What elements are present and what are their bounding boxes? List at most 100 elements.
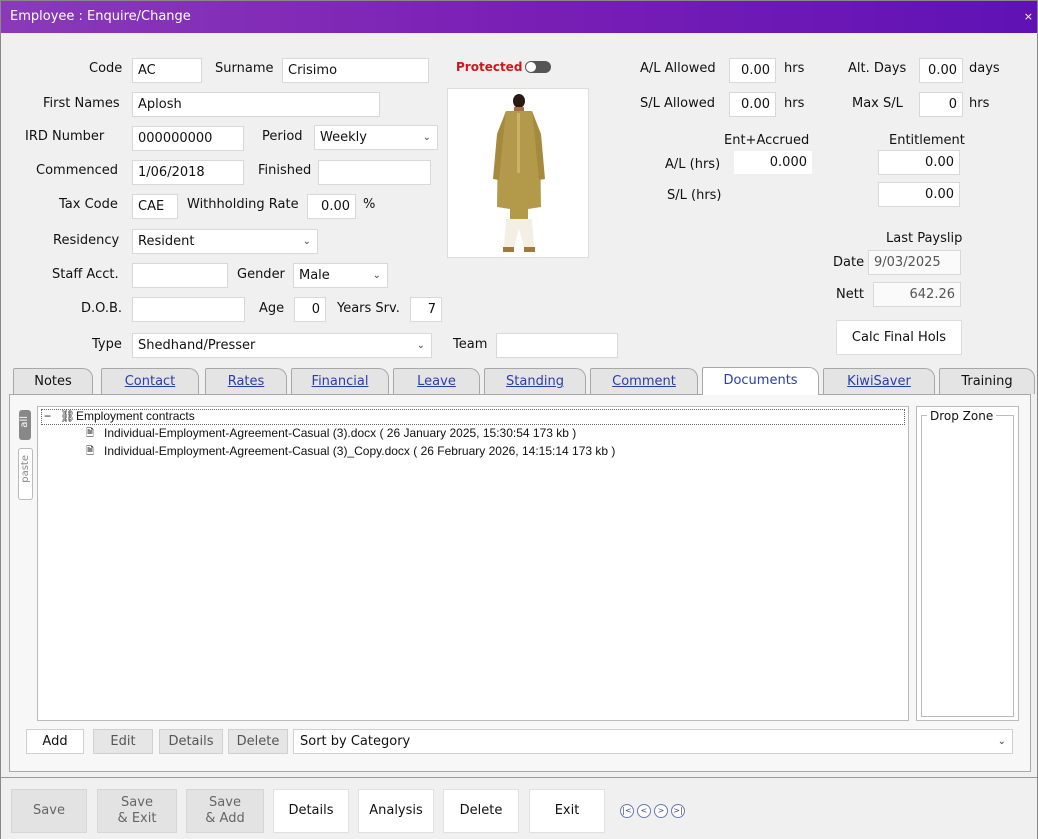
prev-record-icon[interactable]: <	[637, 804, 651, 818]
first-names-label: First Names	[43, 96, 120, 111]
delete-document-button[interactable]: Delete	[228, 729, 288, 754]
max-sl-field[interactable]: 0	[919, 92, 963, 117]
team-field[interactable]	[496, 333, 618, 358]
save-add-line2: & Add	[205, 811, 245, 826]
withholding-field[interactable]: 0.00	[307, 194, 356, 219]
toggle-knob	[526, 62, 536, 72]
tab-training[interactable]: Training	[939, 368, 1035, 394]
calc-final-hols-button[interactable]: Calc Final Hols	[836, 320, 962, 355]
side-tab-paste-label: paste	[20, 455, 31, 483]
tab-comment[interactable]: Comment	[590, 368, 698, 394]
sort-select[interactable]: Sort by Category ⌄	[293, 729, 1013, 754]
protected-label: Protected	[456, 60, 523, 74]
title-bar: Employee : Enquire/Change ×	[1, 1, 1037, 33]
withholding-label: Withholding Rate	[187, 197, 299, 212]
al-allowed-field[interactable]: 0.00	[729, 58, 776, 83]
chevron-down-icon: ⌄	[416, 340, 425, 351]
type-label: Type	[92, 337, 122, 352]
period-value: Weekly	[320, 130, 367, 145]
add-document-button[interactable]: Add	[26, 729, 84, 754]
save-add-line1: Save	[209, 795, 241, 810]
residency-label: Residency	[53, 233, 120, 248]
tax-code-label: Tax Code	[59, 197, 118, 212]
sl-hrs-unit: hrs	[784, 96, 805, 111]
side-tab-paste[interactable]: paste	[18, 448, 33, 500]
last-record-icon[interactable]: >|	[671, 804, 685, 818]
payslip-date-label: Date	[833, 255, 865, 270]
tab-rates[interactable]: Rates	[205, 368, 287, 394]
protected-toggle[interactable]	[525, 61, 551, 73]
close-icon[interactable]: ×	[1024, 1, 1033, 33]
code-field[interactable]: AC	[132, 58, 202, 83]
sl-allowed-label: S/L Allowed	[640, 96, 715, 111]
details-button-label: Details	[288, 803, 334, 818]
staff-acct-field[interactable]	[132, 263, 228, 288]
document-item[interactable]: Individual-Employment-Agreement-Casual (…	[104, 444, 615, 458]
first-record-icon[interactable]: |<	[620, 804, 634, 818]
al-entitlement-field[interactable]: 0.00	[878, 150, 960, 175]
document-item[interactable]: Individual-Employment-Agreement-Casual (…	[104, 426, 576, 440]
side-tab-all[interactable]: all	[19, 410, 31, 440]
type-select[interactable]: Shedhand/Presser ⌄	[132, 333, 432, 358]
side-tab-all-label: all	[19, 416, 30, 428]
sl-entitlement-field[interactable]: 0.00	[878, 182, 960, 207]
sl-allowed-field[interactable]: 0.00	[729, 92, 776, 117]
tab-documents[interactable]: Documents	[702, 367, 819, 395]
analysis-button[interactable]: Analysis	[358, 789, 434, 833]
exit-button[interactable]: Exit	[529, 789, 605, 833]
tab-standing[interactable]: Standing	[484, 368, 586, 394]
ent-accrued-heading: Ent+Accrued	[724, 133, 810, 148]
days-unit: days	[969, 61, 1000, 76]
surname-label: Surname	[215, 61, 274, 76]
chevron-down-icon: ⌄	[372, 270, 381, 281]
window-title: Employee : Enquire/Change	[10, 9, 191, 24]
first-names-field[interactable]: Aplosh	[132, 92, 380, 117]
drop-zone-label: Drop Zone	[927, 409, 997, 423]
chevron-down-icon: ⌄	[997, 736, 1006, 747]
tab-leave[interactable]: Leave	[393, 368, 480, 394]
tab-notes[interactable]: Notes	[13, 368, 93, 394]
residency-select[interactable]: Resident ⌄	[132, 229, 318, 254]
gender-select[interactable]: Male ⌄	[293, 263, 388, 288]
tab-kiwisaver[interactable]: KiwiSaver	[823, 368, 935, 394]
al-hrs-unit: hrs	[784, 61, 805, 76]
al-hrs-label: A/L (hrs)	[665, 157, 721, 172]
chevron-down-icon: ⌄	[422, 132, 431, 143]
save-button[interactable]: Save	[11, 789, 87, 833]
drop-zone[interactable]: Drop Zone	[916, 406, 1019, 721]
exit-button-label: Exit	[554, 803, 580, 818]
save-exit-line1: Save	[121, 795, 153, 810]
ird-field[interactable]: 000000000	[132, 126, 244, 151]
tab-financial[interactable]: Financial	[291, 368, 389, 394]
dob-field[interactable]	[132, 297, 245, 322]
details-document-button[interactable]: Details	[159, 729, 223, 754]
last-payslip-heading: Last Payslip	[886, 231, 963, 246]
save-add-button[interactable]: Save & Add	[186, 789, 264, 833]
staff-acct-label: Staff Acct.	[52, 267, 119, 282]
tax-code-field[interactable]: CAE	[132, 194, 178, 219]
years-srv-field: 7	[410, 297, 442, 322]
type-value: Shedhand/Presser	[138, 338, 256, 353]
finished-field[interactable]	[318, 160, 431, 185]
documents-tree[interactable]: − ⛓ Employment contracts 🗎 Individual-Em…	[37, 406, 909, 721]
next-record-icon[interactable]: >	[654, 804, 668, 818]
collapse-icon[interactable]: −	[44, 409, 51, 423]
save-exit-line2: & Exit	[117, 811, 157, 826]
tree-group-label: Employment contracts	[76, 409, 195, 423]
save-exit-button[interactable]: Save & Exit	[97, 789, 177, 833]
delete-button[interactable]: Delete	[443, 789, 519, 833]
edit-document-button[interactable]: Edit	[93, 729, 153, 754]
residency-value: Resident	[138, 234, 195, 249]
tab-contact[interactable]: Contact	[101, 368, 199, 394]
dob-label: D.O.B.	[81, 301, 123, 316]
details-button[interactable]: Details	[273, 789, 349, 833]
alt-days-field[interactable]: 0.00	[919, 58, 963, 83]
drop-zone-frame	[921, 415, 1014, 717]
years-srv-label: Years Srv.	[337, 301, 400, 316]
max-sl-hrs-unit: hrs	[969, 96, 990, 111]
commenced-field[interactable]: 1/06/2018	[132, 160, 244, 185]
period-select[interactable]: Weekly ⌄	[314, 125, 438, 150]
surname-field[interactable]: Crisimo	[282, 58, 429, 83]
employee-photo	[447, 88, 589, 258]
al-ent-accrued-value: 0.000	[733, 150, 813, 175]
